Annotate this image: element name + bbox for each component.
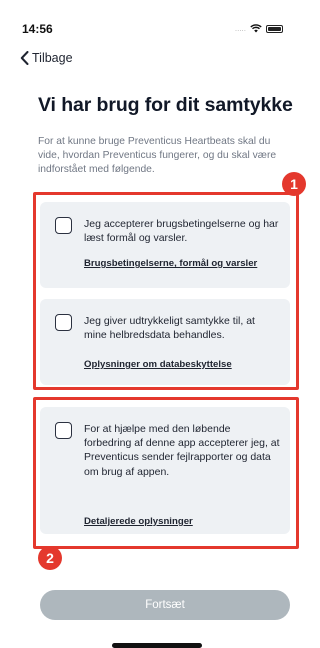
page-title: Vi har brug for dit samtykke <box>38 94 293 116</box>
signal-icon: ..... <box>234 23 246 33</box>
back-button[interactable]: Tilbage <box>20 51 73 65</box>
status-time: 14:56 <box>22 22 53 36</box>
back-label: Tilbage <box>32 51 73 65</box>
annotation-badge-1: 1 <box>282 172 306 196</box>
annotation-badge-2: 2 <box>38 546 62 570</box>
annotation-highlight-2 <box>33 397 299 549</box>
wifi-icon <box>250 24 262 33</box>
battery-icon <box>266 24 283 33</box>
intro-text: For at kunne bruge Preventicus Heartbeat… <box>38 136 277 175</box>
continue-button[interactable]: Fortsæt <box>40 590 290 620</box>
home-indicator <box>112 643 202 648</box>
status-icons: ..... <box>235 24 283 33</box>
chevron-left-icon <box>20 51 29 65</box>
annotation-highlight-1 <box>33 192 299 390</box>
